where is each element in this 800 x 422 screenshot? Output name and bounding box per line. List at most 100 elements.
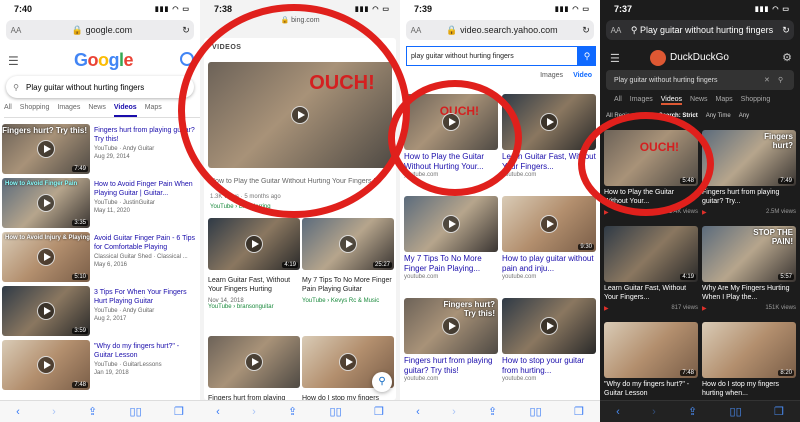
video-thumbnail[interactable]: Fingers hurt? Try this! — [404, 298, 498, 354]
forward-icon[interactable]: › — [52, 406, 56, 418]
video-thumbnail[interactable]: 4:19 — [208, 218, 300, 270]
video-thumbnail[interactable]: STOP THE PAIN! 5:57 — [702, 226, 796, 282]
card-title[interactable]: Fingers hurt from playing guitar? Try... — [702, 189, 796, 207]
back-icon[interactable]: ‹ — [216, 406, 220, 418]
card-title[interactable]: How to stop your guitar from hurting... — [502, 356, 596, 375]
tab-shopping[interactable]: Shopping — [20, 104, 50, 117]
tab-video[interactable]: Video — [573, 72, 592, 86]
share-icon[interactable]: ⇪ — [288, 405, 297, 418]
video-card[interactable]: 8:20 How do I stop my fingers hurting wh… — [702, 322, 796, 399]
video-result[interactable]: How to Avoid Injury & Playing 5:10 Avoid… — [2, 232, 198, 286]
card-title[interactable]: How do I stop my fingers hurting when... — [702, 381, 796, 399]
video-card[interactable]: STOP THE PAIN! 5:57 Why Are My Fingers Hur… — [702, 226, 796, 312]
tabs-icon[interactable]: ❐ — [774, 405, 784, 418]
bookmarks-icon[interactable]: ▯▯ — [130, 405, 142, 418]
tabs-icon[interactable]: ❐ — [174, 405, 184, 418]
reload-icon[interactable]: ↻ — [178, 25, 194, 36]
card-title[interactable]: My 7 Tips To No More Finger Pain Playing… — [404, 254, 498, 273]
tab-images[interactable]: Images — [540, 72, 563, 86]
share-icon[interactable]: ⇪ — [88, 405, 97, 418]
video-card[interactable]: 9:30 How to play guitar without pain and… — [502, 196, 596, 280]
card-title[interactable]: My 7 Tips To No More Finger Pain Playing… — [302, 276, 394, 294]
back-icon[interactable]: ‹ — [616, 406, 620, 418]
card-title[interactable]: Why Are My Fingers Hurting When I Play t… — [702, 285, 796, 303]
tab-videos[interactable]: Videos — [660, 96, 683, 105]
card-title[interactable]: "Why do my fingers hurt?" - Guitar Lesso… — [604, 381, 698, 399]
card-title[interactable]: How to play guitar without pain and inju… — [502, 254, 596, 273]
video-card[interactable]: Fingers hurt? 7:49 Fingers hurt from playi… — [702, 130, 796, 216]
tab-all[interactable]: All — [4, 104, 12, 117]
search-box[interactable]: ⚲ Play guitar without hurting fingers — [6, 76, 194, 98]
tab-news[interactable]: News — [690, 96, 708, 105]
tab-images[interactable]: Images — [630, 96, 653, 105]
bookmarks-icon[interactable]: ▯▯ — [330, 405, 342, 418]
tab-shopping[interactable]: Shopping — [741, 96, 771, 105]
share-icon[interactable]: ⇪ — [488, 405, 497, 418]
bookmarks-icon[interactable]: ▯▯ — [530, 405, 542, 418]
clear-icon[interactable]: ✕ — [764, 76, 778, 84]
video-result[interactable]: 3:59 3 Tips For When Your Fingers Hurt P… — [2, 286, 198, 340]
video-thumbnail[interactable]: Fingers hurt? 7:49 — [702, 130, 796, 186]
back-icon[interactable]: ‹ — [16, 406, 20, 418]
video-thumbnail[interactable]: How to Avoid Finger Pain 3:35 — [2, 178, 90, 228]
forward-icon[interactable]: › — [452, 406, 456, 418]
time-filter[interactable]: Any Time — [706, 113, 731, 125]
bookmarks-icon[interactable]: ▯▯ — [730, 405, 742, 418]
tab-maps[interactable]: Maps — [716, 96, 733, 105]
search-box[interactable]: Play guitar without hurting fingers ✕ ⚲ — [606, 70, 794, 90]
video-card[interactable]: Fingers hurt? Try this! Fingers hurt from… — [404, 298, 498, 382]
video-thumbnail[interactable]: Fingers hurt? Try this! 7:49 — [2, 124, 90, 174]
video-thumbnail[interactable]: 7:48 — [604, 322, 698, 378]
video-result[interactable]: Fingers hurt? Try this! 7:49 Fingers hur… — [2, 124, 198, 178]
gear-icon[interactable]: ⚙ — [782, 51, 792, 64]
search-query[interactable]: Play guitar without hurting fingers — [614, 77, 718, 84]
tabs-icon[interactable]: ❐ — [574, 405, 584, 418]
video-thumbnail[interactable]: How to Avoid Injury & Playing 5:10 — [2, 232, 90, 282]
address-bar[interactable]: AA ⚲ Play guitar without hurting fingers… — [606, 20, 794, 40]
tab-videos[interactable]: Videos — [113, 104, 137, 117]
tab-news[interactable]: News — [88, 104, 106, 117]
tab-maps[interactable]: Maps — [145, 104, 162, 117]
reload-icon[interactable]: ↻ — [778, 25, 794, 36]
duckduckgo-logo-icon[interactable] — [650, 50, 666, 66]
video-card[interactable]: How to stop your guitar from hurting... … — [502, 298, 596, 382]
menu-icon[interactable]: ☰ — [8, 54, 19, 68]
tab-images[interactable]: Images — [57, 104, 80, 117]
video-thumbnail[interactable] — [404, 196, 498, 252]
video-card[interactable]: 7:48 "Why do my fingers hurt?" - Guitar … — [604, 322, 698, 399]
reader-icon[interactable]: AA — [406, 26, 426, 35]
video-card[interactable]: 4:19 Learn Guitar Fast, Without Your Fin… — [208, 218, 300, 310]
card-title[interactable]: Fingers hurt from playing guitar? Try th… — [404, 356, 498, 375]
video-thumbnail[interactable]: 4:19 — [604, 226, 698, 282]
video-thumbnail[interactable] — [502, 298, 596, 354]
reader-icon[interactable]: AA — [6, 26, 26, 35]
forward-icon[interactable]: › — [652, 406, 656, 418]
video-thumbnail[interactable] — [208, 336, 300, 388]
tabs-icon[interactable]: ❐ — [374, 405, 384, 418]
card-source[interactable]: YouTube › Kevys Rc & Music — [302, 298, 394, 304]
card-source[interactable]: YouTube › bransonguitar — [208, 304, 300, 310]
forward-icon[interactable]: › — [252, 406, 256, 418]
video-thumbnail[interactable]: 25:27 — [302, 218, 394, 270]
search-query[interactable]: Play guitar without hurting fingers — [26, 83, 144, 92]
google-logo[interactable]: Google — [74, 50, 134, 71]
back-icon[interactable]: ‹ — [416, 406, 420, 418]
search-input[interactable]: play guitar without hurting fingers — [406, 46, 578, 66]
search-button[interactable]: ⚲ — [578, 46, 596, 66]
address-bar[interactable]: AA 🔒 video.search.yahoo.com ↻ — [406, 20, 594, 40]
video-card[interactable]: 25:27 My 7 Tips To No More Finger Pain P… — [302, 218, 394, 304]
tab-all[interactable]: All — [614, 96, 622, 105]
video-thumbnail[interactable]: 3:59 — [2, 286, 90, 336]
search-icon[interactable]: ⚲ — [778, 76, 794, 84]
reload-icon[interactable]: ↻ — [578, 25, 594, 36]
reader-icon[interactable]: AA — [606, 26, 626, 35]
video-result[interactable]: How to Avoid Finger Pain 3:35 How to Avo… — [2, 178, 198, 232]
video-thumbnail[interactable]: 8:20 — [702, 322, 796, 378]
search-fab-button[interactable]: ⚲ — [372, 372, 392, 392]
result-title[interactable]: "Why do my fingers hurt?" - Guitar Lesso… — [94, 342, 196, 360]
result-title[interactable]: Avoid Guitar Finger Pain - 6 Tips for Co… — [94, 234, 196, 252]
card-title[interactable]: Learn Guitar Fast, Without Your Fingers.… — [604, 285, 698, 303]
video-result[interactable]: 7:48 "Why do my fingers hurt?" - Guitar … — [2, 340, 198, 394]
video-card[interactable]: My 7 Tips To No More Finger Pain Playing… — [404, 196, 498, 280]
video-thumbnail[interactable]: 7:48 — [2, 340, 90, 390]
